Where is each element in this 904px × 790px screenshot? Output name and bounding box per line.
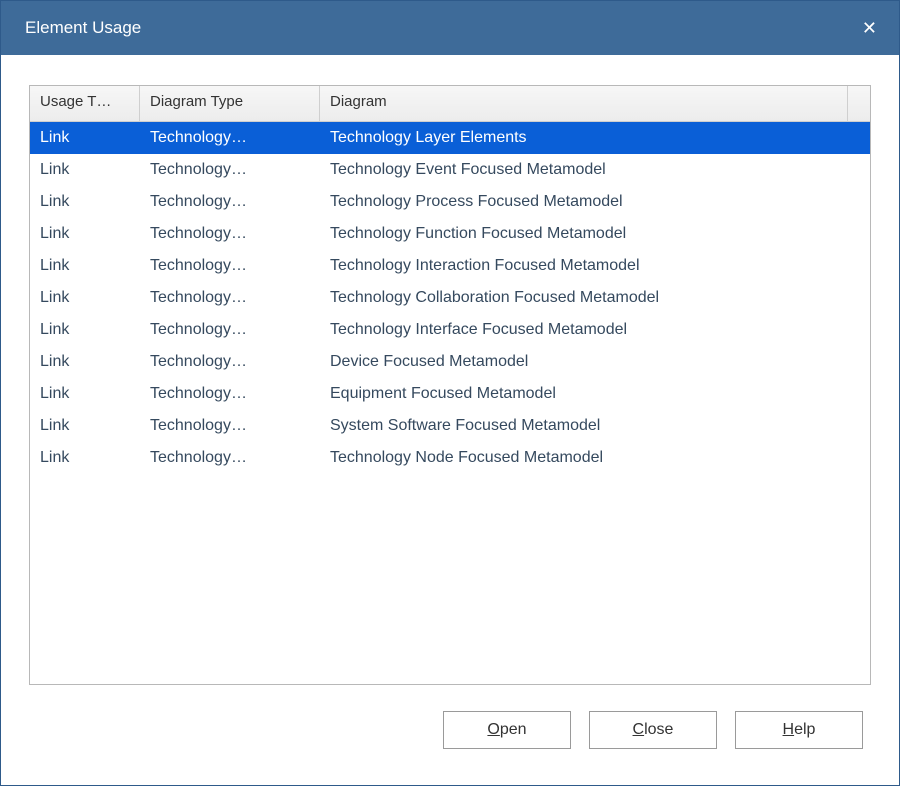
button-bar: Open Close Help [29, 685, 871, 761]
cell-diagram: Technology Layer Elements [320, 125, 870, 151]
cell-diagram-type: Technology… [140, 157, 320, 183]
cell-diagram-type: Technology… [140, 317, 320, 343]
cell-diagram: Device Focused Metamodel [320, 349, 870, 375]
close-button[interactable]: Close [589, 711, 717, 749]
cell-diagram: Technology Interaction Focused Metamodel [320, 253, 870, 279]
table-body[interactable]: LinkTechnology…Technology Layer Elements… [30, 122, 870, 684]
table-row[interactable]: LinkTechnology…Technology Interaction Fo… [30, 250, 870, 282]
cell-usage-type: Link [30, 445, 140, 471]
cell-usage-type: Link [30, 413, 140, 439]
cell-diagram-type: Technology… [140, 221, 320, 247]
table-row[interactable]: LinkTechnology…Device Focused Metamodel [30, 346, 870, 378]
cell-usage-type: Link [30, 317, 140, 343]
cell-usage-type: Link [30, 221, 140, 247]
cell-diagram: Technology Node Focused Metamodel [320, 445, 870, 471]
cell-diagram-type: Technology… [140, 285, 320, 311]
cell-diagram-type: Technology… [140, 349, 320, 375]
cell-usage-type: Link [30, 285, 140, 311]
cell-usage-type: Link [30, 189, 140, 215]
cell-diagram-type: Technology… [140, 253, 320, 279]
cell-diagram-type: Technology… [140, 445, 320, 471]
cell-diagram-type: Technology… [140, 381, 320, 407]
column-header-diagram[interactable]: Diagram [320, 86, 848, 121]
cell-diagram: Technology Process Focused Metamodel [320, 189, 870, 215]
element-usage-dialog: Element Usage ✕ Usage T… Diagram Type Di… [0, 0, 900, 786]
table-header: Usage T… Diagram Type Diagram [30, 86, 870, 122]
cell-diagram-type: Technology… [140, 189, 320, 215]
table-row[interactable]: LinkTechnology…System Software Focused M… [30, 410, 870, 442]
table-row[interactable]: LinkTechnology…Technology Node Focused M… [30, 442, 870, 474]
column-header-spacer [848, 86, 870, 121]
table-row[interactable]: LinkTechnology…Equipment Focused Metamod… [30, 378, 870, 410]
open-button[interactable]: Open [443, 711, 571, 749]
cell-diagram: Technology Event Focused Metamodel [320, 157, 870, 183]
content-area: Usage T… Diagram Type Diagram LinkTechno… [1, 55, 899, 785]
table-row[interactable]: LinkTechnology…Technology Collaboration … [30, 282, 870, 314]
table-row[interactable]: LinkTechnology…Technology Function Focus… [30, 218, 870, 250]
cell-usage-type: Link [30, 253, 140, 279]
close-icon[interactable]: ✕ [854, 15, 885, 41]
cell-diagram: System Software Focused Metamodel [320, 413, 870, 439]
cell-usage-type: Link [30, 381, 140, 407]
cell-diagram-type: Technology… [140, 125, 320, 151]
table-row[interactable]: LinkTechnology…Technology Process Focuse… [30, 186, 870, 218]
cell-diagram: Equipment Focused Metamodel [320, 381, 870, 407]
dialog-title: Element Usage [15, 18, 141, 38]
help-button[interactable]: Help [735, 711, 863, 749]
cell-diagram: Technology Collaboration Focused Metamod… [320, 285, 870, 311]
cell-diagram-type: Technology… [140, 413, 320, 439]
usage-table: Usage T… Diagram Type Diagram LinkTechno… [29, 85, 871, 685]
titlebar: Element Usage ✕ [1, 1, 899, 55]
cell-diagram: Technology Interface Focused Metamodel [320, 317, 870, 343]
cell-usage-type: Link [30, 125, 140, 151]
cell-usage-type: Link [30, 349, 140, 375]
column-header-usage-type[interactable]: Usage T… [30, 86, 140, 121]
table-row[interactable]: LinkTechnology…Technology Interface Focu… [30, 314, 870, 346]
table-row[interactable]: LinkTechnology…Technology Layer Elements [30, 122, 870, 154]
cell-diagram: Technology Function Focused Metamodel [320, 221, 870, 247]
column-header-diagram-type[interactable]: Diagram Type [140, 86, 320, 121]
table-row[interactable]: LinkTechnology…Technology Event Focused … [30, 154, 870, 186]
cell-usage-type: Link [30, 157, 140, 183]
